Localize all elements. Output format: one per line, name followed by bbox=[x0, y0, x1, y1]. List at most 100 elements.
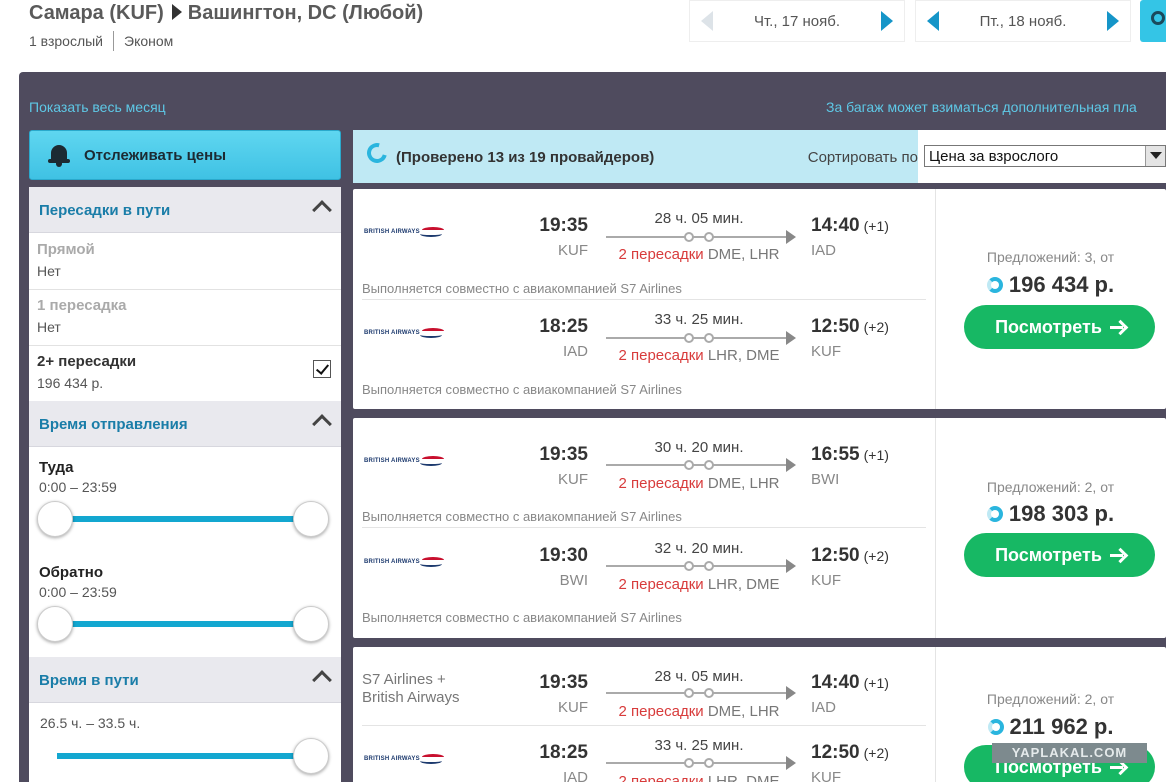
outbound-leg[interactable]: BRITISH AIRWAYS 19:35 KUF 30 ч. 20 мин. … bbox=[353, 418, 935, 528]
arrow-right-icon bbox=[786, 331, 796, 345]
outbound-label: Туда bbox=[39, 459, 74, 476]
codeshare-note: Выполняется совместно с авиакомпанией S7… bbox=[362, 610, 682, 625]
arrow-right-button-icon bbox=[1109, 320, 1124, 334]
chevron-up-icon[interactable] bbox=[312, 414, 332, 434]
spinner-icon bbox=[986, 277, 1003, 293]
slider-handle-max[interactable] bbox=[293, 501, 329, 537]
return-range: 0:00 – 23:59 bbox=[39, 584, 117, 600]
arrow-right-icon bbox=[786, 458, 796, 472]
return-date[interactable]: Пт., 18 нояб. bbox=[950, 13, 1096, 30]
return-leg[interactable]: BRITISH AIRWAYS 18:25 IAD 33 ч. 25 мин. … bbox=[353, 717, 935, 782]
slider-handle-max[interactable] bbox=[293, 738, 329, 774]
route-arrow-icon bbox=[171, 4, 182, 20]
chevron-down-icon[interactable] bbox=[1145, 146, 1165, 166]
airline-logo: BRITISH AIRWAYS bbox=[364, 225, 444, 239]
duration-range: 26.5 ч. – 33.5 ч. bbox=[40, 715, 141, 731]
departure-airport: IAD bbox=[562, 769, 588, 782]
outbound-time-slider[interactable] bbox=[37, 499, 329, 539]
return-leg[interactable]: BRITISH AIRWAYS 19:30 BWI 32 ч. 20 мин. … bbox=[353, 519, 935, 625]
arrow-right-button-icon bbox=[1109, 548, 1124, 562]
route-line bbox=[606, 686, 796, 700]
arrival-time: 12:50 (+2) bbox=[811, 742, 889, 763]
route-line bbox=[606, 756, 796, 770]
stop-option-name: 1 пересадка bbox=[37, 297, 127, 314]
view-offer-button[interactable]: Посмотреть bbox=[964, 305, 1155, 349]
departure-time-header[interactable]: Время отправления bbox=[29, 401, 341, 447]
stop-option-two-plus[interactable]: 2+ пересадки 196 434 р. bbox=[29, 346, 341, 402]
outbound-leg[interactable]: BRITISH AIRWAYS 19:35 KUF 28 ч. 05 мин. … bbox=[353, 189, 935, 300]
baggage-fees-link[interactable]: За багаж может взиматься дополнительная … bbox=[826, 99, 1137, 115]
return-date-nav: Пт., 18 нояб. bbox=[915, 0, 1131, 42]
passengers[interactable]: 1 взрослый bbox=[29, 33, 103, 49]
duration-title: Время в пути bbox=[39, 672, 139, 689]
route-line bbox=[606, 458, 796, 472]
arrival-airport: KUF bbox=[811, 769, 841, 782]
departure-time: 18:25 bbox=[539, 742, 588, 763]
duration-header[interactable]: Время в пути bbox=[29, 657, 341, 703]
airline-logo: BRITISH AIRWAYS bbox=[364, 555, 444, 569]
depart-next-button[interactable] bbox=[870, 0, 904, 42]
card-divider bbox=[935, 189, 936, 409]
cabin-class[interactable]: Эконом bbox=[124, 33, 173, 49]
slider-handle-min[interactable] bbox=[37, 606, 73, 642]
show-month-link[interactable]: Показать весь месяц bbox=[29, 99, 166, 115]
arrow-right-icon bbox=[881, 11, 893, 31]
departure-airport: BWI bbox=[559, 572, 588, 589]
watermark: YAPLAKAL.COM bbox=[992, 743, 1147, 763]
slider-handle-max[interactable] bbox=[293, 606, 329, 642]
flight-duration: 32 ч. 20 мин. bbox=[654, 540, 744, 557]
chevron-up-icon[interactable] bbox=[312, 670, 332, 690]
track-prices-button[interactable]: Отслеживать цены bbox=[29, 130, 341, 180]
airline-logo: BRITISH AIRWAYS bbox=[364, 454, 444, 468]
depart-prev-button[interactable] bbox=[690, 0, 724, 42]
divider bbox=[113, 31, 114, 51]
stops-info: 2 пересадки DME, LHR bbox=[618, 475, 780, 492]
chevron-up-icon[interactable] bbox=[312, 200, 332, 220]
spinner-icon bbox=[987, 719, 1004, 735]
offers-count: Предложений: 2, от bbox=[986, 479, 1115, 495]
return-time-slider[interactable] bbox=[37, 604, 329, 644]
result-card: BRITISH AIRWAYS 19:35 KUF 30 ч. 20 мин. … bbox=[353, 418, 1166, 638]
stop-option-name: Прямой bbox=[37, 241, 95, 258]
flight-duration: 33 ч. 25 мин. bbox=[654, 311, 744, 328]
sort-select[interactable]: Цена за взрослого bbox=[924, 145, 1166, 167]
outbound-range: 0:00 – 23:59 bbox=[39, 479, 117, 495]
stop-option-direct[interactable]: Прямой Нет bbox=[29, 234, 341, 290]
view-offer-button[interactable]: Посмотреть bbox=[964, 533, 1155, 577]
stops-filter-title: Пересадки в пути bbox=[39, 202, 171, 219]
return-leg[interactable]: BRITISH AIRWAYS 18:25 IAD 33 ч. 25 мин. … bbox=[353, 290, 935, 397]
offers-count: Предложений: 2, от bbox=[986, 691, 1115, 707]
flight-duration: 33 ч. 25 мин. bbox=[654, 737, 744, 754]
bell-icon bbox=[48, 143, 70, 167]
arrival-airport: IAD bbox=[811, 699, 837, 716]
route-line bbox=[606, 559, 796, 573]
spinner-icon bbox=[986, 506, 1003, 522]
slider-handle-min[interactable] bbox=[37, 501, 73, 537]
departure-time: 19:35 bbox=[539, 672, 588, 693]
arrow-right-icon bbox=[786, 230, 796, 244]
stop-option-name: 2+ пересадки bbox=[37, 353, 137, 370]
return-next-button[interactable] bbox=[1096, 0, 1130, 42]
arrival-time: 12:50 (+2) bbox=[811, 545, 889, 566]
return-prev-button[interactable] bbox=[916, 0, 950, 42]
depart-date[interactable]: Чт., 17 нояб. bbox=[724, 13, 870, 30]
arrival-airport: KUF bbox=[811, 343, 841, 360]
card-divider bbox=[935, 418, 936, 638]
route-line bbox=[606, 230, 796, 244]
sort-label: Сортировать по bbox=[807, 149, 918, 166]
search-button[interactable] bbox=[1140, 0, 1166, 42]
track-prices-label: Отслеживать цены bbox=[84, 146, 227, 164]
depart-date-nav: Чт., 17 нояб. bbox=[689, 0, 905, 42]
departure-time: 19:30 bbox=[539, 545, 588, 566]
departure-airport: IAD bbox=[562, 343, 588, 360]
stops-filter-header[interactable]: Пересадки в пути bbox=[29, 187, 341, 233]
departure-time: 19:35 bbox=[539, 444, 588, 465]
flight-duration: 28 ч. 05 мин. bbox=[654, 210, 744, 227]
stop-option-one[interactable]: 1 пересадка Нет bbox=[29, 290, 341, 346]
airline-logo: BRITISH AIRWAYS bbox=[364, 326, 444, 340]
arrival-airport: KUF bbox=[811, 572, 841, 589]
stop-option-price: 196 434 р. bbox=[37, 375, 104, 391]
checkbox-icon[interactable] bbox=[313, 360, 331, 378]
duration-slider[interactable] bbox=[39, 736, 329, 776]
departure-airport: KUF bbox=[558, 471, 588, 488]
